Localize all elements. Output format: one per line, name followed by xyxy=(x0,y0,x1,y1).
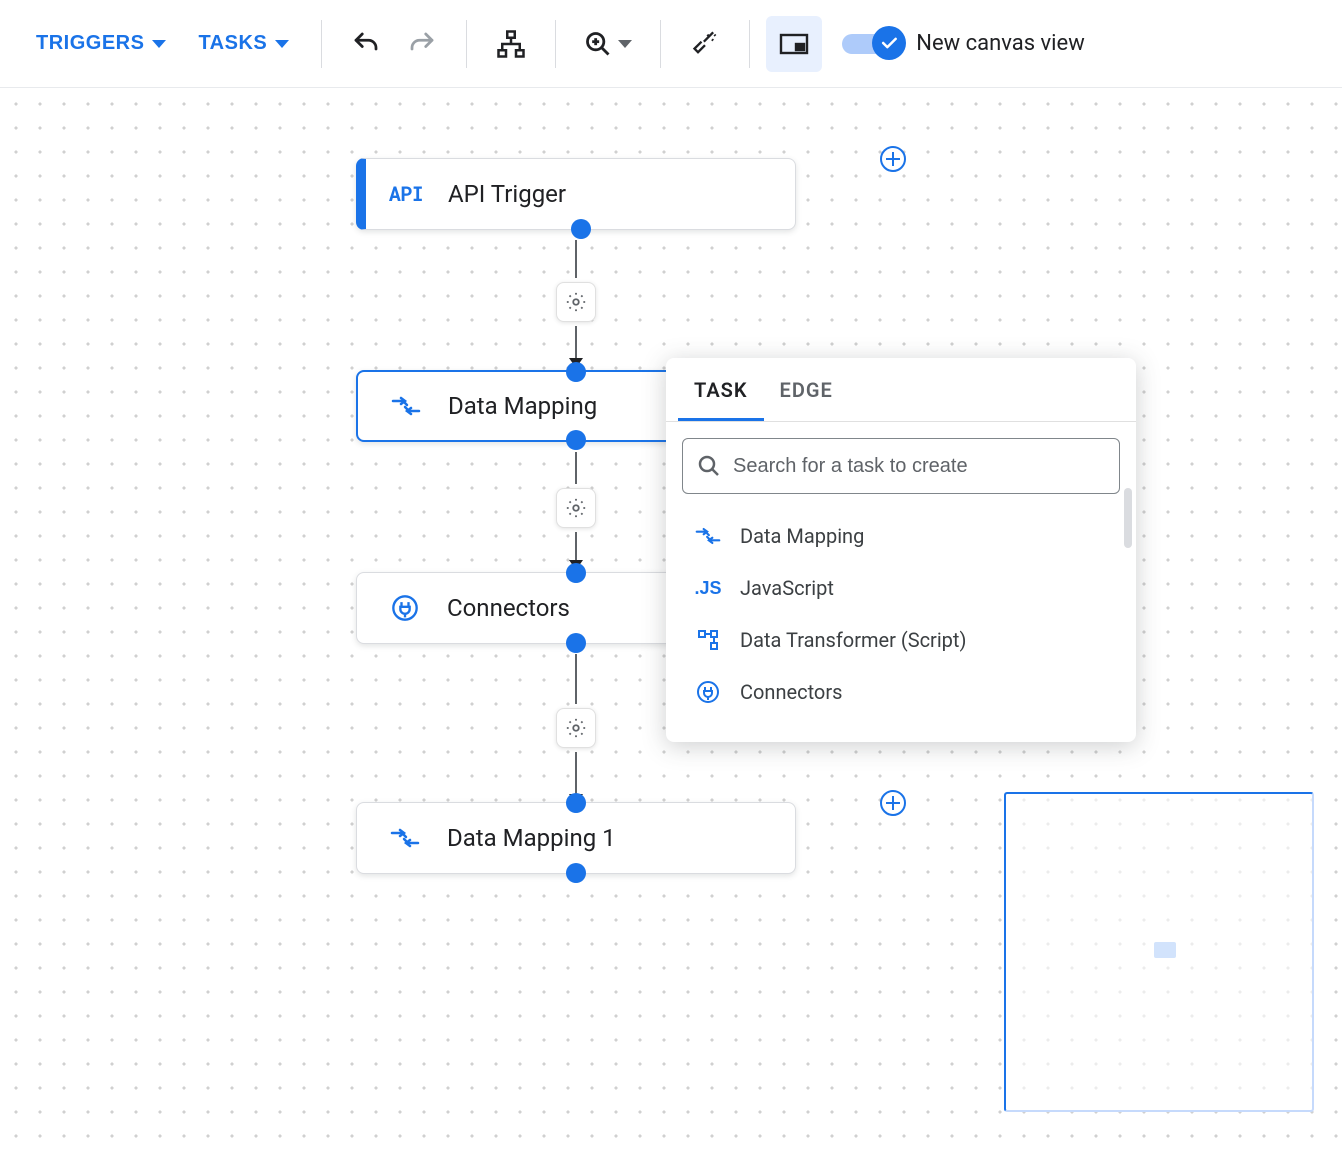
input-port[interactable] xyxy=(566,793,586,813)
node-label: Connectors xyxy=(447,594,570,622)
chevron-down-icon xyxy=(152,40,166,48)
data-mapping-icon xyxy=(386,395,426,417)
connector-icon xyxy=(694,680,722,704)
gear-icon xyxy=(565,291,587,313)
redo-icon xyxy=(407,29,437,59)
chevron-down-icon xyxy=(275,40,289,48)
panel-toggle-button[interactable] xyxy=(766,16,822,72)
undo-icon xyxy=(351,29,381,59)
task-popover: TASK EDGE Data Mapping .JS JavaScript xyxy=(666,358,1136,742)
task-item-label: Data Mapping xyxy=(740,524,864,548)
divider xyxy=(555,20,556,68)
divider xyxy=(466,20,467,68)
magic-wand-icon xyxy=(691,30,719,58)
output-port[interactable] xyxy=(571,219,591,239)
edge-line xyxy=(575,452,577,484)
add-node-button[interactable] xyxy=(880,790,906,816)
edge-line xyxy=(575,532,577,560)
edge-settings-button[interactable] xyxy=(556,282,596,322)
output-port[interactable] xyxy=(566,633,586,653)
edge-line xyxy=(575,752,577,794)
output-port[interactable] xyxy=(566,863,586,883)
input-port[interactable] xyxy=(566,362,586,382)
edge-line xyxy=(575,654,577,704)
edge-settings-button[interactable] xyxy=(556,708,596,748)
task-item-javascript[interactable]: .JS JavaScript xyxy=(670,562,1132,614)
divider xyxy=(749,20,750,68)
tasks-dropdown[interactable]: TASKS xyxy=(182,22,305,65)
gear-icon xyxy=(565,497,587,519)
edge[interactable] xyxy=(556,240,596,370)
edge-settings-button[interactable] xyxy=(556,488,596,528)
tab-edge[interactable]: EDGE xyxy=(764,358,849,421)
auto-layout-button[interactable] xyxy=(483,16,539,72)
gear-icon xyxy=(565,717,587,739)
api-icon: API xyxy=(386,181,426,207)
task-item-label: Data Transformer (Script) xyxy=(740,628,966,652)
divider xyxy=(321,20,322,68)
data-mapping-icon xyxy=(694,526,722,546)
divider xyxy=(660,20,661,68)
task-item-connectors[interactable]: Connectors xyxy=(670,666,1132,718)
js-icon: .JS xyxy=(694,578,722,599)
data-transformer-icon xyxy=(694,628,722,652)
new-canvas-label: New canvas view xyxy=(916,31,1084,56)
edge-line xyxy=(575,326,577,358)
toolbar: TRIGGERS TASKS New canvas view xyxy=(0,0,1342,88)
task-item-label: JavaScript xyxy=(740,576,834,600)
search-icon xyxy=(697,454,721,478)
edge[interactable] xyxy=(556,452,596,572)
task-item-data-transformer[interactable]: Data Transformer (Script) xyxy=(670,614,1132,666)
add-node-button[interactable] xyxy=(880,146,906,172)
minimap[interactable] xyxy=(1004,792,1314,1112)
panel-icon xyxy=(779,32,809,56)
undo-button[interactable] xyxy=(338,16,394,72)
toggle-thumb xyxy=(872,26,906,60)
edge-line xyxy=(575,240,577,278)
new-canvas-toggle[interactable] xyxy=(842,32,902,56)
hierarchy-icon xyxy=(496,29,526,59)
output-port[interactable] xyxy=(566,430,586,450)
search-field[interactable] xyxy=(682,438,1120,494)
search-input[interactable] xyxy=(733,455,1105,478)
triggers-dropdown[interactable]: TRIGGERS xyxy=(20,22,182,65)
task-item-label: Connectors xyxy=(740,680,842,704)
tab-task[interactable]: TASK xyxy=(678,358,764,421)
input-port[interactable] xyxy=(566,563,586,583)
node-label: Data Mapping xyxy=(448,392,597,420)
scrollbar[interactable] xyxy=(1124,488,1132,548)
check-icon xyxy=(879,33,899,53)
triggers-label: TRIGGERS xyxy=(36,32,144,55)
popover-tabs: TASK EDGE xyxy=(666,358,1136,422)
zoom-icon xyxy=(584,30,612,58)
data-mapping-icon xyxy=(385,827,425,849)
magic-wand-button[interactable] xyxy=(677,16,733,72)
node-data-mapping-1[interactable]: Data Mapping 1 xyxy=(356,802,796,874)
zoom-dropdown[interactable] xyxy=(572,16,644,72)
minimap-node xyxy=(1154,942,1176,958)
canvas[interactable]: API API Trigger Data Mapping xyxy=(0,88,1342,1158)
node-api-trigger[interactable]: API API Trigger xyxy=(356,158,796,230)
redo-button[interactable] xyxy=(394,16,450,72)
task-item-data-mapping[interactable]: Data Mapping xyxy=(670,510,1132,562)
connector-icon xyxy=(385,594,425,622)
node-label: API Trigger xyxy=(448,180,566,208)
chevron-down-icon xyxy=(618,40,632,48)
task-list: Data Mapping .JS JavaScript Data Transfo… xyxy=(666,502,1136,742)
tasks-label: TASKS xyxy=(198,32,267,55)
node-label: Data Mapping 1 xyxy=(447,824,616,852)
edge[interactable] xyxy=(556,654,596,804)
